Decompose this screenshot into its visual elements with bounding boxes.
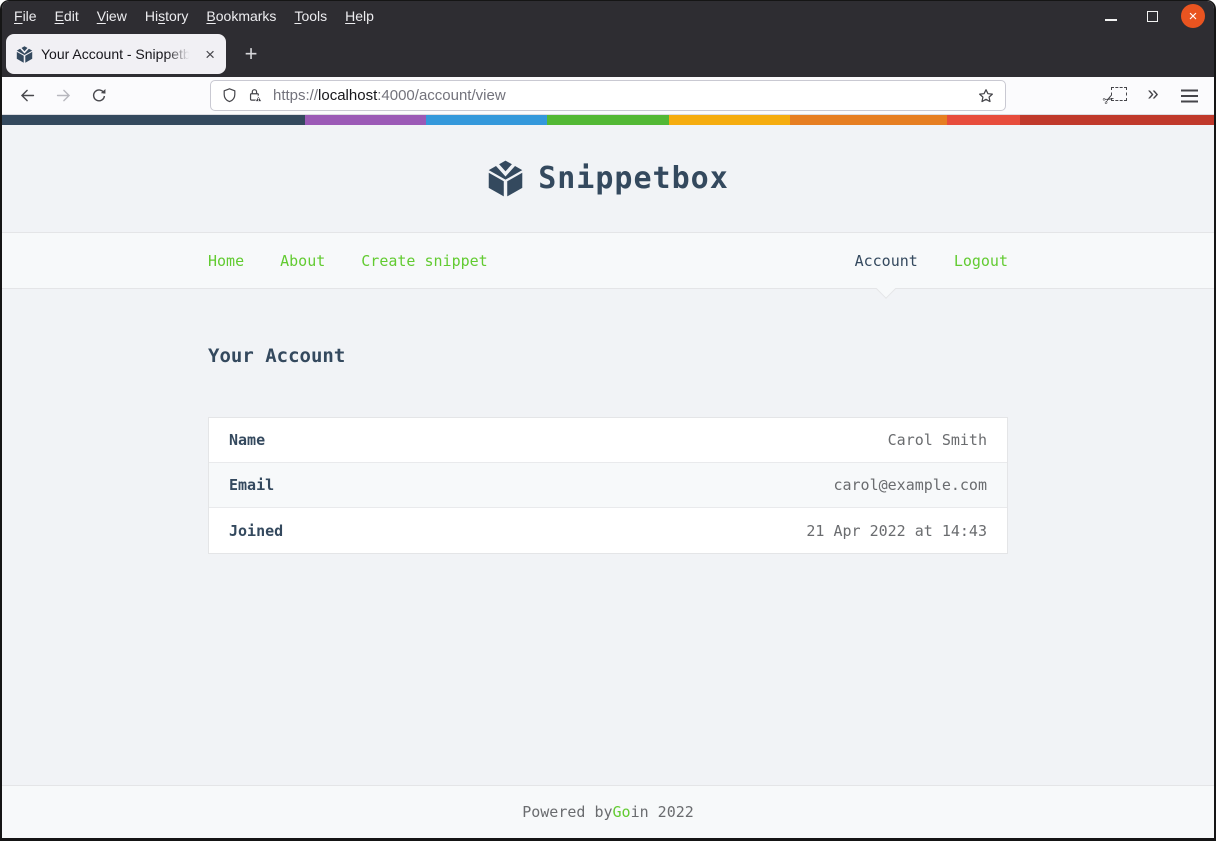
row-label: Email — [229, 476, 275, 494]
hamburger-icon — [1180, 94, 1198, 97]
row-label: Name — [229, 431, 266, 449]
url-bar[interactable]: https://localhost:4000/account/view — [210, 80, 1006, 111]
account-table: Name Carol Smith Email carol@example.com… — [208, 417, 1008, 554]
table-row: Email carol@example.com — [209, 463, 1007, 508]
window-controls: × — [1099, 4, 1214, 28]
page-viewport: Snippetbox Home About Create snippet Acc… — [2, 115, 1214, 838]
star-icon — [979, 88, 993, 102]
row-value: 21 Apr 2022 at 14:43 — [806, 521, 987, 540]
maximize-button[interactable] — [1140, 4, 1164, 28]
forward-button[interactable] — [48, 81, 78, 111]
stripe-segment — [789, 115, 948, 125]
main-content: Your Account Name Carol Smith Email caro… — [2, 289, 1214, 785]
menu-file[interactable]: File — [5, 1, 46, 31]
reload-icon — [92, 88, 106, 101]
menu-history[interactable]: History — [136, 1, 198, 31]
nav-link-create-snippet[interactable]: Create snippet — [361, 252, 487, 270]
close-icon: × — [1188, 7, 1198, 25]
page-title: Your Account — [208, 345, 346, 367]
table-row: Name Carol Smith — [209, 418, 1007, 463]
back-arrow-icon — [20, 89, 34, 102]
tracking-shield-button[interactable] — [221, 87, 238, 104]
tab-close-icon[interactable]: × — [202, 45, 218, 64]
lock-warning-icon — [249, 89, 263, 102]
minimize-button[interactable] — [1099, 4, 1123, 28]
rainbow-stripe — [2, 115, 1214, 125]
url-text[interactable]: https://localhost:4000/account/view — [273, 87, 969, 104]
brand-title: Snippetbox — [538, 161, 729, 196]
menu-help[interactable]: Help — [336, 1, 383, 31]
row-label: Joined — [229, 521, 284, 540]
nav-right-group: Account Logout — [855, 252, 1008, 299]
maximize-icon — [1146, 10, 1158, 22]
footer-text-post: in 2022 — [630, 803, 694, 821]
site-footer: Powered by Go in 2022 — [2, 785, 1214, 838]
browser-toolbar: https://localhost:4000/account/view ✂ » — [2, 77, 1214, 115]
browser-tab[interactable]: Your Account - Snippetbox × — [6, 34, 226, 74]
menu-edit[interactable]: Edit — [46, 1, 88, 31]
nav-left-group: Home About Create snippet — [208, 252, 488, 270]
stripe-segment — [1020, 115, 1214, 125]
nav-link-logout[interactable]: Logout — [954, 252, 1008, 270]
chevron-double-right-icon: » — [1147, 83, 1159, 105]
stripe-segment — [547, 115, 669, 125]
back-button[interactable] — [12, 81, 42, 111]
toolbar-overflow-button[interactable]: » — [1138, 81, 1168, 111]
site-security-button[interactable] — [247, 87, 264, 104]
footer-go-link[interactable]: Go — [613, 803, 631, 821]
new-tab-button[interactable]: + — [234, 37, 268, 71]
snippetbox-logo-icon — [488, 160, 523, 197]
table-row: Joined 21 Apr 2022 at 14:43 — [209, 508, 1007, 553]
url-scheme: https:// — [273, 87, 319, 104]
stripe-segment — [668, 115, 790, 125]
stripe-segment — [2, 115, 305, 125]
menu-tools[interactable]: Tools — [285, 1, 336, 31]
menubar: File Edit View History Bookmarks Tools H… — [5, 1, 383, 31]
nav-link-home[interactable]: Home — [208, 252, 244, 270]
site-nav: Home About Create snippet Account Logout — [2, 232, 1214, 299]
brand-link[interactable]: Snippetbox — [487, 160, 729, 197]
row-value: carol@example.com — [833, 476, 987, 494]
url-path: :4000/account/view — [377, 87, 506, 104]
tab-title: Your Account - Snippetbox — [41, 46, 195, 62]
tab-strip: Your Account - Snippetbox × + — [2, 31, 1214, 77]
close-window-button[interactable]: × — [1181, 4, 1205, 28]
stripe-segment — [426, 115, 548, 125]
footer-text-pre: Powered by — [522, 803, 613, 821]
stripe-segment — [947, 115, 1021, 125]
reload-button[interactable] — [84, 81, 114, 111]
shield-icon — [223, 88, 236, 103]
browser-window: File Edit View History Bookmarks Tools H… — [0, 0, 1216, 841]
plus-icon: + — [244, 41, 258, 66]
nav-link-account[interactable]: Account — [855, 252, 918, 299]
minimize-icon — [1105, 19, 1117, 21]
bookmark-star-button[interactable] — [977, 87, 995, 105]
stripe-segment — [305, 115, 427, 125]
url-host: localhost — [318, 87, 378, 104]
titlebar: File Edit View History Bookmarks Tools H… — [2, 1, 1214, 31]
menu-bookmarks[interactable]: Bookmarks — [197, 1, 285, 31]
menu-view[interactable]: View — [88, 1, 136, 31]
forward-arrow-icon — [56, 89, 70, 102]
app-menu-button[interactable] — [1174, 81, 1204, 111]
nav-link-about[interactable]: About — [280, 252, 325, 270]
site-header: Snippetbox — [2, 125, 1214, 232]
favicon-cube-icon — [16, 45, 33, 63]
row-value: Carol Smith — [887, 431, 987, 449]
screenshot-extension-button[interactable]: ✂ — [1100, 81, 1132, 111]
